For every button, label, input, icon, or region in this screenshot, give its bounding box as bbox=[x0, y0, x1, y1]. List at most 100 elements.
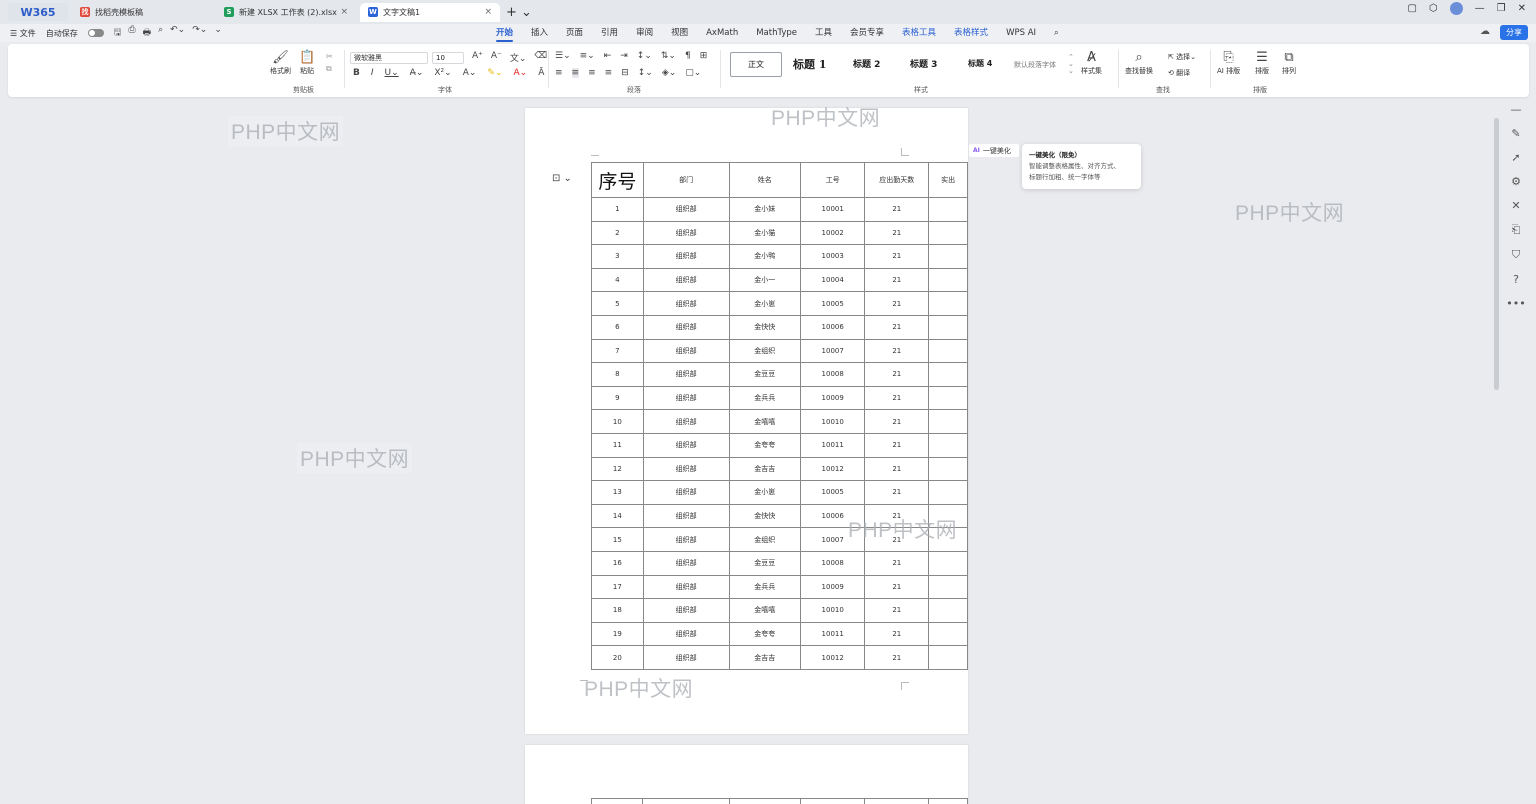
cell-department[interactable]: 组织部 bbox=[642, 244, 730, 269]
cell-index[interactable]: 11 bbox=[591, 432, 644, 458]
cell-required-days[interactable]: 21 bbox=[864, 267, 930, 293]
char-shading-icon[interactable]: Ā bbox=[538, 68, 544, 78]
cell-name[interactable]: 金吉吉 bbox=[728, 456, 802, 482]
cell-index[interactable]: 10 bbox=[591, 409, 644, 434]
show-marks-icon[interactable]: ¶ bbox=[685, 51, 691, 61]
tab-page[interactable]: 页面 bbox=[557, 25, 592, 41]
cell-required-days[interactable]: 21 bbox=[864, 456, 930, 482]
tab-table-tools[interactable]: 表格工具 bbox=[893, 25, 945, 41]
cell-required-days[interactable]: 21 bbox=[864, 432, 930, 458]
cell-name[interactable]: 金快快 bbox=[728, 314, 802, 340]
cell-name[interactable]: 金兵兵 bbox=[728, 385, 802, 411]
cell-required-days[interactable]: 21 bbox=[864, 197, 930, 222]
close-window-icon[interactable]: ✕ bbox=[1518, 3, 1526, 14]
table-move-handle[interactable]: ⊡ ⌄ bbox=[552, 173, 572, 184]
avatar[interactable] bbox=[1449, 2, 1463, 15]
cell-name[interactable]: 金夸夸 bbox=[728, 432, 802, 458]
text-direction-icon[interactable]: ↕⌄ bbox=[637, 51, 652, 61]
cell-actual-days[interactable] bbox=[928, 432, 968, 458]
cell-name[interactable]: 金小妹 bbox=[728, 197, 802, 222]
cell-name[interactable]: 金快快 bbox=[728, 503, 802, 529]
cell-department[interactable]: 组织部 bbox=[642, 220, 730, 246]
undo-icon[interactable]: ↶⌄ bbox=[170, 25, 185, 41]
layout-button[interactable]: ☰ 排版 bbox=[1255, 50, 1269, 76]
cell-required-days[interactable]: 21 bbox=[864, 291, 930, 316]
help-icon[interactable]: ? bbox=[1513, 273, 1519, 286]
cell-required-days[interactable]: 21 bbox=[864, 621, 930, 647]
tab-references[interactable]: 引用 bbox=[592, 25, 627, 41]
print-icon[interactable]: 🖶 bbox=[143, 25, 152, 41]
cell-index[interactable]: 9 bbox=[591, 385, 644, 411]
cell-employee-id[interactable]: 10009 bbox=[800, 385, 866, 411]
cell-actual-days[interactable] bbox=[928, 362, 968, 387]
cell-actual-days[interactable] bbox=[928, 385, 968, 411]
cell-employee-id[interactable]: 10010 bbox=[800, 409, 866, 434]
cell-employee-id[interactable]: 10011 bbox=[800, 432, 866, 458]
cell-employee-id[interactable]: 10008 bbox=[800, 550, 866, 576]
cell-index[interactable]: 8 bbox=[591, 362, 644, 387]
bold-icon[interactable]: B bbox=[353, 68, 360, 78]
cell-name[interactable]: 金夸夸 bbox=[728, 621, 802, 647]
cut-icon[interactable]: ✂ bbox=[326, 52, 333, 61]
sort-icon[interactable]: ⇅⌄ bbox=[661, 51, 676, 61]
underline-icon[interactable]: U⌄ bbox=[385, 68, 399, 78]
cell-actual-days[interactable] bbox=[928, 409, 968, 434]
border-icon[interactable]: ▢⌄ bbox=[685, 68, 701, 78]
cell-name[interactable]: 金小崽 bbox=[728, 291, 802, 316]
table-border-icon[interactable]: ⊞ bbox=[700, 51, 708, 61]
cell-index[interactable]: 4 bbox=[591, 267, 644, 293]
style-normal[interactable]: 正文 bbox=[730, 52, 782, 77]
cell-department[interactable]: 组织部 bbox=[642, 550, 730, 576]
cell-name[interactable]: 金嘻嘻 bbox=[728, 598, 802, 623]
cell-employee-id[interactable]: 10002 bbox=[800, 220, 866, 246]
restore-window-icon[interactable]: ▢ bbox=[1407, 3, 1416, 14]
tab-view[interactable]: 视图 bbox=[662, 25, 697, 41]
cell-actual-days[interactable] bbox=[928, 621, 968, 647]
cell-name[interactable]: 金豆豆 bbox=[728, 362, 802, 387]
cell-employee-id[interactable]: 10001 bbox=[800, 197, 866, 222]
document-page-2[interactable] bbox=[525, 745, 968, 804]
style-heading-1[interactable]: 标题 1 bbox=[793, 56, 826, 72]
cell-required-days[interactable]: 21 bbox=[864, 338, 930, 364]
cell-department[interactable]: 组织部 bbox=[642, 621, 730, 647]
highlight-icon[interactable]: ✎⌄ bbox=[487, 68, 502, 78]
text-effect-icon[interactable]: A⌄ bbox=[463, 68, 477, 78]
header-actual-days[interactable]: 实出 bbox=[928, 162, 968, 198]
cell-actual-days[interactable] bbox=[928, 574, 968, 600]
cell-employee-id[interactable]: 10005 bbox=[800, 480, 866, 505]
cell-department[interactable]: 组织部 bbox=[642, 645, 730, 670]
cell-name[interactable]: 金组织 bbox=[728, 338, 802, 364]
cell-department[interactable]: 组织部 bbox=[642, 267, 730, 293]
tab-mathtype[interactable]: MathType bbox=[747, 25, 806, 41]
pointer-icon[interactable]: ➚ bbox=[1511, 151, 1520, 164]
export-icon[interactable]: ⎙ bbox=[128, 25, 135, 41]
cell-required-days[interactable]: 21 bbox=[864, 645, 930, 670]
cell-department[interactable]: 组织部 bbox=[642, 503, 730, 529]
cell-department[interactable]: 组织部 bbox=[642, 598, 730, 623]
font-color-icon[interactable]: A⌄ bbox=[514, 68, 528, 78]
clip-icon[interactable]: ⎗ bbox=[1512, 223, 1521, 237]
cell-department[interactable]: 组织部 bbox=[642, 338, 730, 364]
tab-member[interactable]: 会员专享 bbox=[841, 25, 893, 41]
cell-index[interactable]: 17 bbox=[591, 574, 644, 600]
tab-axmath[interactable]: AxMath bbox=[697, 25, 747, 41]
cell-required-days[interactable]: 21 bbox=[864, 574, 930, 600]
cell-department[interactable]: 组织部 bbox=[642, 385, 730, 411]
skin-icon[interactable]: ⬡ bbox=[1429, 3, 1438, 14]
tab-insert[interactable]: 插入 bbox=[522, 25, 557, 41]
tab-home[interactable]: 开始 bbox=[487, 25, 522, 42]
cell-department[interactable]: 组织部 bbox=[642, 574, 730, 600]
cell-actual-days[interactable] bbox=[928, 244, 968, 269]
cell-department[interactable]: 组织部 bbox=[642, 314, 730, 340]
cell-index[interactable]: 5 bbox=[591, 291, 644, 316]
cell-employee-id[interactable]: 10010 bbox=[800, 598, 866, 623]
ai-beautify-button[interactable]: AI 一键美化 bbox=[969, 144, 1019, 157]
cell-department[interactable]: 组织部 bbox=[642, 480, 730, 505]
style-heading-4[interactable]: 标题 4 bbox=[968, 58, 992, 69]
header-department[interactable]: 部门 bbox=[642, 162, 730, 198]
cell-actual-days[interactable] bbox=[928, 220, 968, 246]
cell-employee-id[interactable]: 10004 bbox=[800, 267, 866, 293]
align-left-icon[interactable]: ≡ bbox=[555, 68, 563, 78]
translate-button[interactable]: ⟲ 翻译 bbox=[1168, 68, 1196, 78]
line-spacing-icon[interactable]: ↕⌄ bbox=[638, 68, 653, 78]
